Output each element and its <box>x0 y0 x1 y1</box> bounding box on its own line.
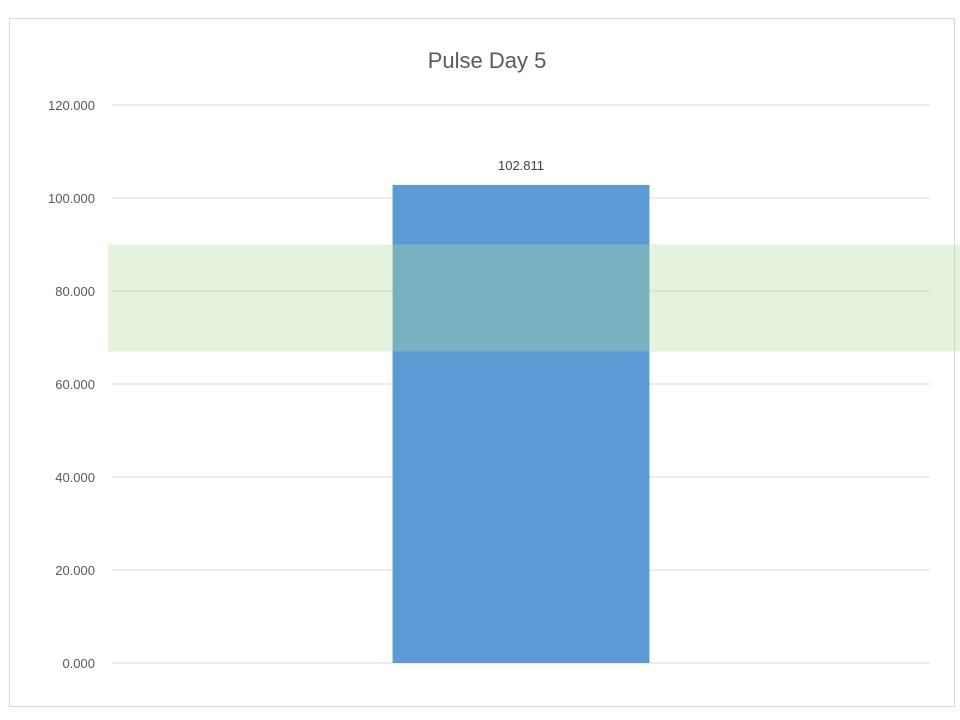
reference-band <box>108 244 960 352</box>
reference-band-group <box>108 244 960 352</box>
y-tick-label: 60.000 <box>55 377 95 392</box>
y-tick-label: 120.000 <box>48 98 95 113</box>
bar-chart: Pulse Day 5 0.000 20.000 40.000 60.000 80.00… <box>48 48 960 671</box>
y-tick-label: 100.000 <box>48 191 95 206</box>
y-tick-label: 40.000 <box>55 470 95 485</box>
data-labels: 102.811 <box>498 158 544 173</box>
y-tick-label: 20.000 <box>55 563 95 578</box>
y-axis: 0.000 20.000 40.000 60.000 80.000 100.000 120.… <box>48 98 95 671</box>
y-tick-label: 80.000 <box>55 284 95 299</box>
y-tick-label: 0.000 <box>62 656 95 671</box>
chart-title: Pulse Day 5 <box>428 48 547 73</box>
data-label: 102.811 <box>498 158 544 173</box>
